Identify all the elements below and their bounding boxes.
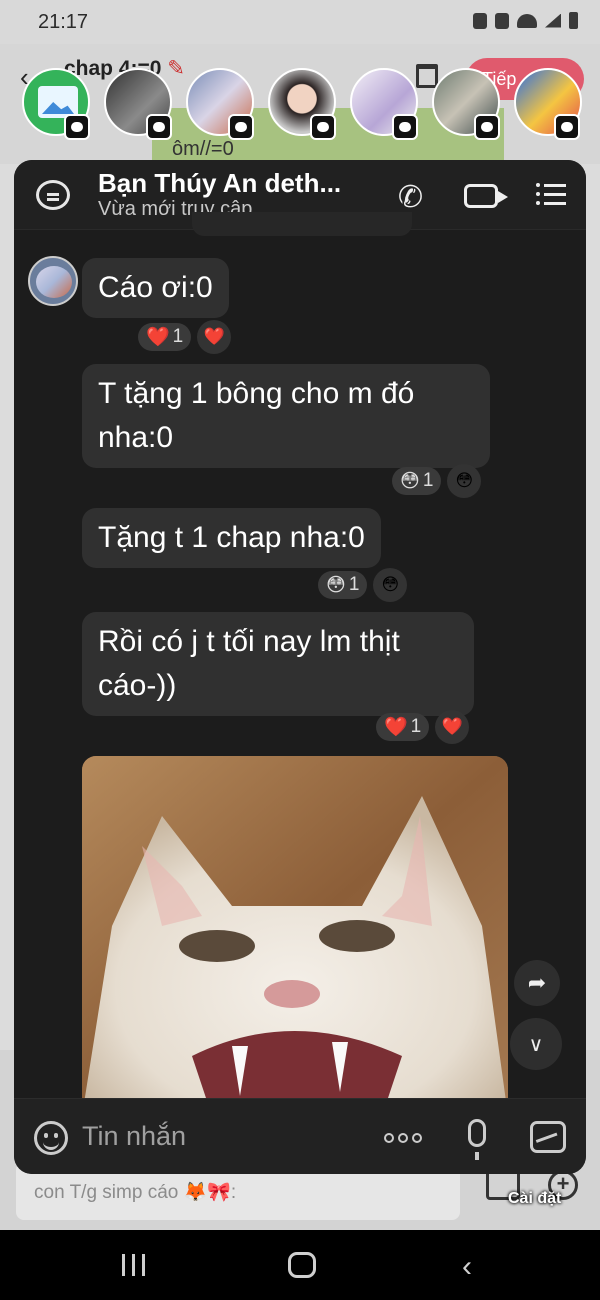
signal-icon [545,13,561,28]
mute-icon [495,12,509,29]
flushed-face-icon: 😳 [400,470,420,492]
phone-icon[interactable]: ✆ [398,180,423,215]
react-button[interactable]: 😳 [447,464,482,498]
lock-icon [473,12,487,29]
status-icons [473,12,578,29]
background-message-text: ôm//=0 [172,138,234,160]
background-composer-text: con T/g simp cáo 🦊🎀: [34,1182,237,1203]
message-composer: Tin nhắn [14,1098,586,1174]
message-reactions: ❤️ 1 ❤️ [138,320,232,354]
react-button[interactable]: ❤️ [197,320,232,354]
system-nav-bar: ‹ [0,1230,600,1300]
zalo-badge-icon [310,114,336,140]
react-button[interactable]: ❤️ [435,710,470,744]
cat-photo-image [82,756,508,1116]
scroll-down-icon[interactable]: ∨ [510,1018,562,1070]
zalo-badge-icon [146,114,172,140]
sender-avatar[interactable] [28,256,78,306]
reaction-count[interactable]: ❤️ 1 [138,323,192,351]
zalo-badge-icon [392,114,418,140]
message-text: Cáo ơi:0 [98,271,213,304]
flushed-face-icon: 😳 [326,574,346,596]
share-forward-icon[interactable]: ➦ [514,960,560,1006]
reaction-count[interactable]: ❤️ 1 [376,713,430,741]
photo-message[interactable] [82,756,508,1116]
message-reactions: ❤️ 1 ❤️ [376,710,470,744]
reaction-count[interactable]: 😳 1 [318,571,368,599]
heart-icon: ❤️ [146,327,170,348]
settings-label[interactable]: Cài đặt [508,1190,561,1208]
zalo-badge-icon [474,114,500,140]
previous-message-edge [192,212,412,236]
status-time: 21:17 [38,11,89,33]
contact-name[interactable]: Bạn Thúy An deth... [98,168,341,199]
message-bubble[interactable]: Rồi có j t tối nay lm thịt cáo-)) [82,612,474,716]
microphone-icon[interactable] [468,1119,486,1160]
heart-icon: ❤️ [384,717,408,738]
more-options-icon[interactable] [384,1133,422,1143]
zalo-badge-icon [228,114,254,140]
message-bubble[interactable]: Tặng t 1 chap nha:0 [82,508,381,568]
message-text: Tặng t 1 chap nha:0 [98,521,365,554]
image-picker-icon[interactable] [530,1121,566,1153]
emoji-icon[interactable] [34,1121,68,1155]
message-text: T tặng 1 bông cho m đó nha:0 [98,377,415,454]
react-button[interactable]: 😳 [373,568,408,602]
message-text: Rồi có j t tối nay lm thịt cáo-)) [98,625,400,702]
zalo-badge-icon [64,114,90,140]
battery-icon [569,12,578,29]
chat-head-panel: Bạn Thúy An deth... Vừa mới truy cập ✆ C… [14,160,586,1174]
chat-icon[interactable] [36,180,70,210]
message-bubble[interactable]: Cáo ơi:0 [82,258,229,318]
video-call-icon[interactable] [464,184,508,208]
message-input[interactable]: Tin nhắn [82,1121,186,1152]
message-bubble[interactable]: T tặng 1 bông cho m đó nha:0 [82,364,490,468]
reaction-count[interactable]: 😳 1 [392,467,442,495]
chat-bubbles-row [0,68,600,140]
recent-apps-icon[interactable] [122,1254,145,1276]
message-reactions: 😳 1 😳 [318,568,408,602]
message-reactions: 😳 1 😳 [392,464,482,498]
home-icon[interactable] [288,1252,316,1278]
menu-icon[interactable] [536,183,566,206]
status-bar: 21:17 [0,0,600,44]
back-icon[interactable]: ‹ [462,1250,472,1284]
zalo-badge-icon [554,114,580,140]
wifi-icon [517,13,537,28]
